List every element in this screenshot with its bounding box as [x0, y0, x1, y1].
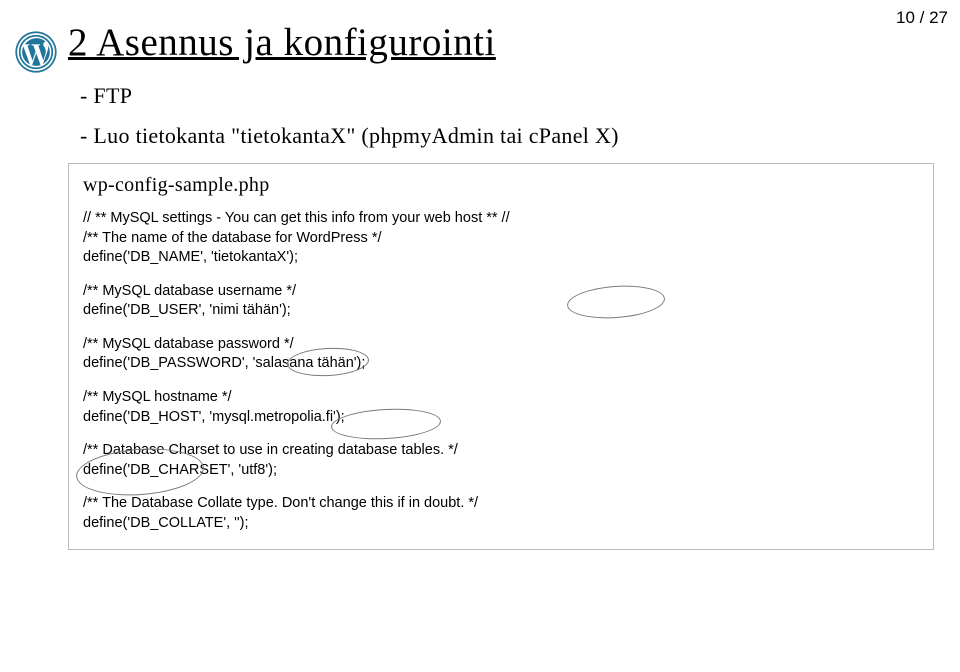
code-block-dbpassword: /** MySQL database password */ define('D…	[83, 335, 919, 374]
code-line: define('DB_CHARSET', 'utf8');	[83, 461, 919, 481]
code-block-dbcollate: /** The Database Collate type. Don't cha…	[83, 494, 919, 533]
code-box: wp-config-sample.php // ** MySQL setting…	[68, 163, 934, 550]
code-line: define('DB_HOST', 'mysql.metropolia.fi')…	[83, 408, 919, 428]
bullet-create-db: - Luo tietokanta "tietokantaX" (phpmyAdm…	[80, 123, 942, 149]
code-block-dbname: // ** MySQL settings - You can get this …	[83, 209, 919, 268]
content-area: 2 Asennus ja konfigurointi - FTP - Luo t…	[68, 20, 942, 550]
bullet-ftp: - FTP	[80, 83, 942, 109]
code-line: /** MySQL hostname */	[83, 388, 919, 408]
code-line: define('DB_COLLATE', '');	[83, 514, 919, 534]
code-line: /** MySQL database password */	[83, 335, 919, 355]
code-block-dbhost: /** MySQL hostname */ define('DB_HOST', …	[83, 388, 919, 427]
code-block-dbuser: /** MySQL database username */ define('D…	[83, 282, 919, 321]
page-title: 2 Asennus ja konfigurointi	[68, 20, 942, 65]
code-line: define('DB_PASSWORD', 'salasana tähän');	[83, 354, 919, 374]
code-line: define('DB_NAME', 'tietokantaX');	[83, 248, 919, 268]
code-line: // ** MySQL settings - You can get this …	[83, 209, 919, 229]
code-line: /** The name of the database for WordPre…	[83, 229, 919, 249]
code-line: /** Database Charset to use in creating …	[83, 441, 919, 461]
code-line: /** MySQL database username */	[83, 282, 919, 302]
code-block-dbcharset: /** Database Charset to use in creating …	[83, 441, 919, 480]
code-line: /** The Database Collate type. Don't cha…	[83, 494, 919, 514]
filename-label: wp-config-sample.php	[83, 174, 919, 197]
code-line: define('DB_USER', 'nimi tähän');	[83, 301, 919, 321]
wordpress-logo-icon	[14, 30, 58, 74]
